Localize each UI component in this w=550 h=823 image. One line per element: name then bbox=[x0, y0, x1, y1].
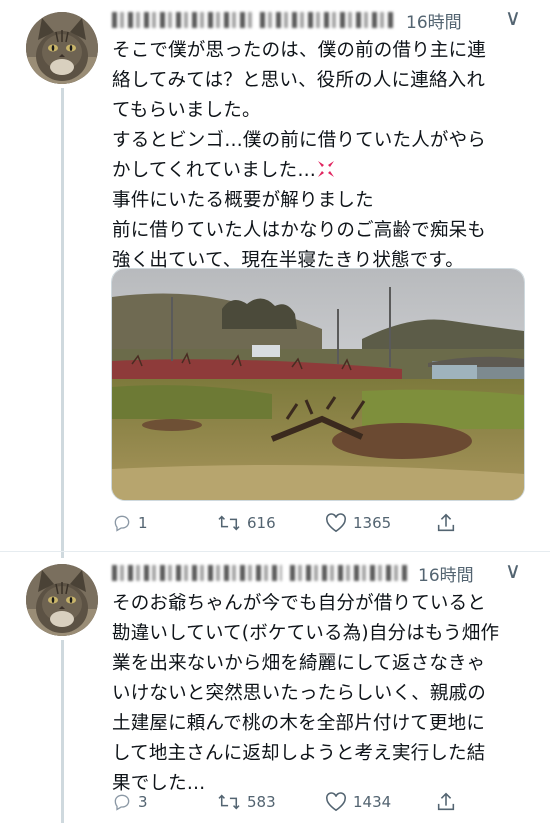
tweet-header: 16時間 bbox=[112, 7, 462, 33]
avatar[interactable] bbox=[26, 12, 98, 84]
reply-count: 1 bbox=[138, 514, 148, 532]
more-icon[interactable]: ∨ bbox=[505, 8, 522, 30]
tweet-photo[interactable] bbox=[111, 268, 525, 501]
share-button[interactable] bbox=[435, 791, 457, 813]
redacted-handle bbox=[290, 565, 408, 581]
redacted-username bbox=[112, 12, 252, 28]
tweet-divider bbox=[0, 551, 550, 552]
retweet-icon bbox=[218, 515, 240, 531]
redacted-handle bbox=[260, 12, 396, 28]
redacted-username bbox=[112, 565, 282, 581]
tweet-text: そこで僕が思ったのは、僕の前の借り主に連 絡してみては？と思い、役所の人に連絡入れ… bbox=[112, 40, 487, 271]
share-button[interactable] bbox=[435, 512, 457, 534]
share-icon bbox=[437, 513, 455, 532]
retweet-icon bbox=[218, 794, 240, 810]
tweet-text: そのお爺ちゃんが今でも自分が借りていると 勘違いしていて(ボケている為)自分はもう… bbox=[112, 593, 500, 794]
like-button[interactable]: 1434 bbox=[325, 792, 435, 812]
reply-button[interactable]: 3 bbox=[112, 792, 217, 812]
retweet-button[interactable]: 616 bbox=[217, 513, 325, 533]
more-icon[interactable]: ∨ bbox=[505, 561, 522, 583]
reply-count: 3 bbox=[138, 793, 148, 811]
heart-icon bbox=[326, 513, 346, 533]
thread-line bbox=[61, 640, 64, 823]
retweet-count: 616 bbox=[247, 514, 276, 532]
like-count: 1365 bbox=[353, 514, 392, 532]
share-icon bbox=[437, 792, 455, 811]
like-button[interactable]: 1365 bbox=[325, 513, 435, 533]
thread-line bbox=[61, 88, 64, 558]
retweet-count: 583 bbox=[247, 793, 276, 811]
anger-emoji-icon bbox=[316, 159, 336, 179]
like-count: 1434 bbox=[353, 793, 392, 811]
retweet-button[interactable]: 583 bbox=[217, 792, 325, 812]
reply-button[interactable]: 1 bbox=[112, 513, 217, 533]
tweet-actions: 3 583 1434 bbox=[112, 790, 492, 814]
reply-icon bbox=[114, 515, 130, 532]
tweet-timestamp[interactable]: 16時間 bbox=[406, 8, 462, 33]
tweet-timestamp[interactable]: 16時間 bbox=[418, 561, 474, 586]
reply-icon bbox=[114, 794, 130, 811]
tweet-header: 16時間 bbox=[112, 560, 474, 586]
tweet-actions: 1 616 1365 bbox=[112, 511, 492, 535]
heart-icon bbox=[326, 792, 346, 812]
avatar[interactable] bbox=[26, 564, 98, 636]
